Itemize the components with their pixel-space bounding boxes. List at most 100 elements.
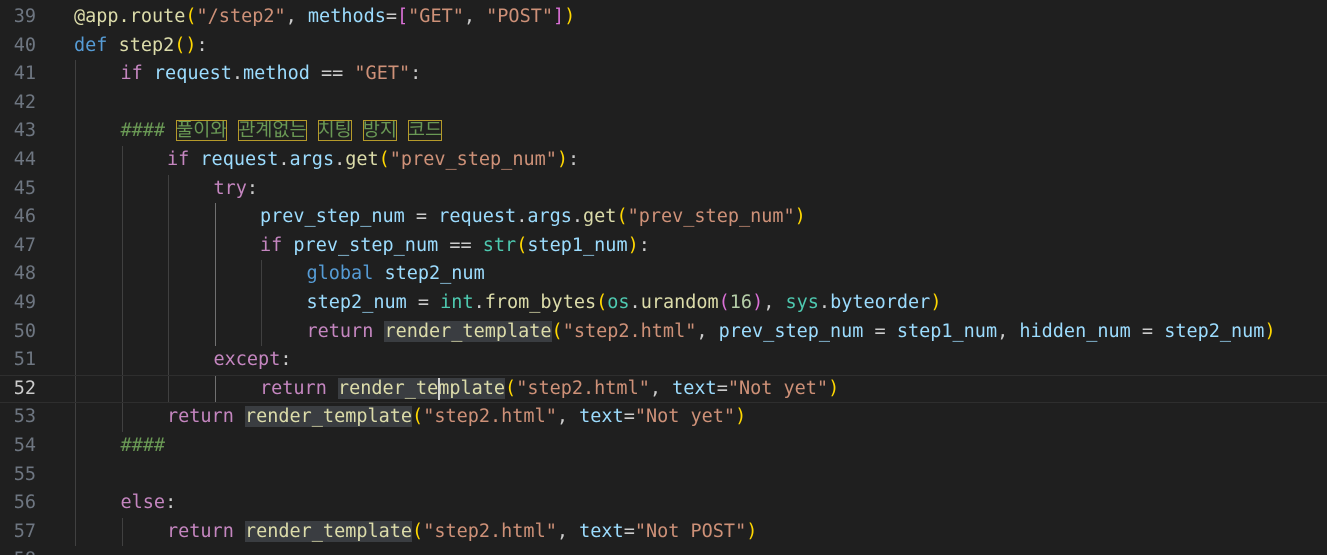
code-line[interactable]: 42 (0, 89, 1327, 118)
code-token: prev_step_num (718, 320, 864, 342)
code-line[interactable]: 54 #### (0, 432, 1327, 461)
code-line[interactable]: 47 if prev_step_num == str(step1_num): (0, 232, 1327, 261)
code-token: ( (718, 292, 730, 313)
code-token: request (200, 149, 279, 170)
code-line[interactable]: 46 prev_step_num = request.args.get("prev… (0, 203, 1327, 232)
code-line[interactable]: 39 @app.route("/step2", methods=["GET", "… (0, 3, 1327, 32)
line-code: if request.method == "GET": (121, 60, 422, 89)
code-token: ( (516, 234, 528, 256)
code-token: ( (378, 149, 390, 170)
code-token: = (716, 377, 728, 399)
line-code: step2_num = int.from_bytes(os.urandom(16… (307, 289, 942, 318)
code-token: request (153, 63, 232, 85)
code-token: = (623, 406, 635, 428)
code-token: try (213, 177, 247, 199)
code-token: return (167, 406, 234, 428)
code-token: @app.route (74, 6, 186, 27)
line-code: return render_template("step2.html", tex… (167, 518, 757, 547)
line-number: 41 (13, 63, 36, 85)
code-token: #### (120, 435, 166, 456)
code-token: = (863, 320, 897, 342)
code-line[interactable]: 43 #### 풀이와 관계없는 치팅 방지 코드 (0, 117, 1327, 146)
code-line[interactable]: 40 def step2(): (0, 32, 1327, 61)
code-token: int (440, 292, 474, 313)
code-line[interactable]: 49 step2_num = int.from_bytes(os.urandom(… (0, 289, 1327, 318)
code-token: ( (185, 6, 197, 27)
code-token: ( (616, 206, 628, 228)
code-token: methods (307, 6, 386, 27)
code-token: global (306, 263, 374, 285)
code-token: if (120, 63, 143, 85)
code-token: sys (785, 292, 819, 313)
code-token: 치팅 (317, 120, 352, 142)
line-number: 51 (13, 349, 36, 371)
code-token: render_template (244, 520, 413, 542)
code-token: . (473, 292, 485, 313)
code-line[interactable]: 50 return render_template("step2.html", p… (0, 318, 1327, 347)
line-number: 40 (13, 34, 36, 56)
code-token: "step2.html" (423, 520, 557, 542)
code-editor[interactable]: 39 @app.route("/step2", methods=["GET", "… (0, 0, 1327, 555)
code-token: render_template (384, 320, 552, 342)
line-number: 54 (13, 435, 36, 456)
code-line[interactable]: 48 global step2_num (0, 260, 1327, 289)
code-token: "/step2" (196, 6, 286, 27)
code-token: text (579, 406, 624, 428)
line-number: 49 (13, 292, 36, 313)
code-line[interactable]: 51 except: (0, 346, 1327, 375)
line-code: global step2_num (307, 260, 485, 289)
code-token: [ (397, 6, 409, 27)
line-number: 45 (13, 177, 36, 199)
code-token: : (280, 349, 292, 371)
code-token: , (696, 320, 719, 342)
code-line[interactable]: 57 return render_template("step2.html", t… (0, 518, 1327, 547)
code-token: step1_num (896, 320, 998, 342)
code-line[interactable]: 41 if request.method == "GET": (0, 60, 1327, 89)
code-token: args (527, 206, 572, 228)
code-token: step2 (118, 34, 175, 56)
code-line[interactable]: 58 (0, 546, 1327, 555)
code-token: ) (752, 292, 764, 313)
code-token: : (568, 149, 580, 170)
code-token: ) (564, 6, 576, 27)
code-line[interactable]: 45 try: (0, 175, 1327, 204)
code-line[interactable]: 53 return render_template("step2.html", t… (0, 403, 1327, 432)
code-token: 관계없는 (238, 120, 307, 142)
code-token: ( (412, 406, 424, 428)
code-line[interactable]: 55 (0, 461, 1327, 490)
code-token: ) (185, 34, 197, 56)
code-token: : (638, 234, 650, 256)
code-token: "prev_step_num" (627, 206, 795, 228)
line-number: 52 (13, 377, 36, 399)
code-line[interactable]: 52 return render_template("step2.html", t… (0, 375, 1327, 404)
code-token: ) (627, 234, 639, 256)
code-token: = (404, 206, 439, 228)
code-token: return (306, 320, 374, 342)
code-token: 16 (729, 292, 753, 313)
code-token: prev_step_num (260, 206, 405, 228)
line-number: 50 (13, 320, 36, 342)
code-token: ( (174, 34, 186, 56)
code-token: . (571, 206, 584, 228)
code-token: text (672, 377, 717, 399)
code-token: text (579, 520, 624, 542)
code-line[interactable]: 44 if request.args.get("prev_step_num"): (0, 146, 1327, 175)
code-token: = (623, 520, 635, 542)
code-token: return (260, 377, 327, 399)
code-token: , (997, 320, 1020, 342)
code-token: render_template (244, 406, 413, 428)
line-code: def step2(): (74, 32, 208, 61)
code-token: if (260, 234, 283, 256)
code-token: prev_step_num (293, 234, 439, 256)
code-token: ) (556, 149, 569, 170)
code-token: == (438, 234, 483, 256)
code-token: , (556, 520, 580, 542)
code-line[interactable]: 56 else: (0, 489, 1327, 518)
